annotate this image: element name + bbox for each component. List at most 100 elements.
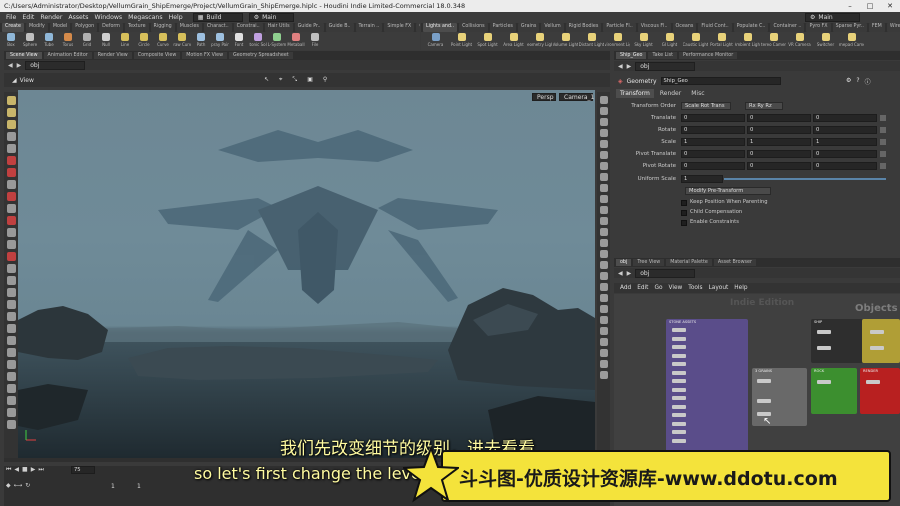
param-pivot-translate-z[interactable]: 0 bbox=[813, 150, 877, 158]
display-option-icon[interactable] bbox=[599, 261, 608, 269]
back-icon[interactable]: ◀ bbox=[618, 270, 623, 277]
tab-animation-editor[interactable]: Animation Editor bbox=[43, 52, 92, 59]
tool-torus[interactable]: Torus bbox=[59, 32, 77, 50]
display-option-icon[interactable] bbox=[599, 195, 608, 203]
tool-portal-light[interactable]: Portal Light bbox=[709, 32, 734, 50]
menu-megascans[interactable]: Megascans bbox=[128, 14, 162, 21]
network-node[interactable] bbox=[672, 362, 686, 366]
lock-icon[interactable] bbox=[6, 420, 16, 429]
shelf-tab-lights-and[interactable]: Lights and.. bbox=[423, 23, 458, 32]
display-option-icon[interactable] bbox=[599, 294, 608, 302]
display-option-icon[interactable] bbox=[599, 316, 608, 324]
network-path[interactable]: obj bbox=[635, 268, 696, 278]
network-node[interactable] bbox=[672, 328, 686, 332]
close-button[interactable]: ✕ bbox=[880, 0, 900, 12]
network-node[interactable] bbox=[817, 380, 831, 384]
measure-icon[interactable] bbox=[6, 204, 16, 213]
tab-ship-geo[interactable]: Ship_Geo bbox=[616, 52, 647, 59]
forward-icon[interactable]: ▶ bbox=[17, 62, 22, 69]
forward-icon[interactable]: ▶ bbox=[627, 270, 632, 277]
shelf-tab-modify[interactable]: Modify bbox=[25, 23, 48, 32]
maximize-button[interactable]: □ bbox=[860, 0, 880, 12]
grid-icon[interactable] bbox=[6, 396, 16, 405]
param-menu-icon[interactable] bbox=[880, 163, 886, 169]
shelf-tab-create[interactable]: Create bbox=[2, 23, 24, 32]
network-node[interactable] bbox=[672, 421, 686, 426]
select-icon[interactable] bbox=[6, 96, 16, 105]
rotation-order-select[interactable]: Rx Ry Rz bbox=[745, 102, 783, 110]
display-option-icon[interactable] bbox=[599, 140, 608, 148]
net-menu-edit[interactable]: Edit bbox=[637, 285, 648, 291]
net-menu-tools[interactable]: Tools bbox=[688, 285, 702, 291]
range-start[interactable]: 1 bbox=[111, 483, 115, 490]
viewport-path[interactable]: obj bbox=[25, 60, 86, 70]
paint-icon[interactable] bbox=[6, 216, 16, 225]
play-icon[interactable]: ▶ bbox=[31, 466, 36, 474]
first-frame-icon[interactable]: ⏮ bbox=[6, 466, 11, 474]
shelf-tab-fem[interactable]: FEM bbox=[868, 23, 885, 32]
shelf-tab-rigid-bodies[interactable]: Rigid Bodies bbox=[565, 23, 602, 32]
display-option-icon[interactable] bbox=[599, 173, 608, 181]
menu-help[interactable]: Help bbox=[169, 14, 183, 21]
display-option-icon[interactable] bbox=[599, 151, 608, 159]
netbox-right-yellow[interactable] bbox=[862, 319, 900, 363]
menu-edit[interactable]: Edit bbox=[22, 14, 34, 21]
tool-path[interactable]: Path bbox=[192, 32, 210, 50]
net-menu-view[interactable]: View bbox=[669, 285, 683, 291]
shelf-tab-oceans[interactable]: Oceans bbox=[672, 23, 697, 32]
tool-tube[interactable]: Tube bbox=[40, 32, 58, 50]
network-node[interactable] bbox=[672, 413, 686, 417]
tab-obj[interactable]: obj bbox=[616, 259, 632, 266]
param-pivot-translate-x[interactable]: 0 bbox=[681, 150, 745, 158]
tool-box[interactable]: Box bbox=[2, 32, 20, 50]
knife-icon[interactable] bbox=[6, 276, 16, 285]
display-option-icon[interactable] bbox=[599, 184, 608, 192]
deform-icon[interactable] bbox=[6, 252, 16, 261]
network-node[interactable] bbox=[757, 399, 771, 403]
net-menu-help[interactable]: Help bbox=[734, 285, 747, 291]
network-node[interactable] bbox=[870, 330, 884, 334]
tab-render[interactable]: Render bbox=[655, 89, 686, 98]
param-menu-icon[interactable] bbox=[880, 115, 886, 121]
tool-gi-light[interactable]: GI Light bbox=[657, 32, 682, 50]
tool-grid[interactable]: Grid bbox=[78, 32, 96, 50]
tab-material-palette[interactable]: Material Palette bbox=[666, 259, 712, 266]
info-icon[interactable]: ⓘ bbox=[865, 77, 871, 86]
tool-camera[interactable]: Camera bbox=[423, 32, 448, 50]
shelf-tab-hair-utils[interactable]: Hair Utils bbox=[264, 23, 293, 32]
tool-font[interactable]: Font bbox=[230, 32, 248, 50]
shelf-tab-viscous-fl[interactable]: Viscous Fl.. bbox=[637, 23, 671, 32]
stop-icon[interactable]: ■ bbox=[22, 466, 28, 474]
network-node[interactable] bbox=[672, 430, 686, 434]
shelf-tab-constrai[interactable]: Constrai.. bbox=[233, 23, 263, 32]
param-pivot-rotate-x[interactable]: 0 bbox=[681, 162, 745, 170]
node-name-field[interactable]: Ship_Geo bbox=[660, 77, 781, 85]
shelf-tab-terrain[interactable]: Terrain .. bbox=[355, 23, 383, 32]
main-right-select[interactable]: ⚙ Main bbox=[805, 13, 860, 22]
network-node[interactable] bbox=[672, 379, 686, 383]
soft-icon[interactable] bbox=[6, 336, 16, 345]
param-translate-y[interactable]: 0 bbox=[747, 114, 811, 122]
scale-icon[interactable] bbox=[6, 132, 16, 141]
tool-caustic-light[interactable]: Caustic Light bbox=[683, 32, 708, 50]
display-option-icon[interactable] bbox=[599, 118, 608, 126]
checkbox-child-compensation[interactable] bbox=[681, 210, 687, 216]
snap-icon[interactable] bbox=[6, 192, 16, 201]
extrude-icon[interactable] bbox=[6, 312, 16, 321]
move-icon[interactable] bbox=[6, 108, 16, 117]
render-region-icon[interactable] bbox=[6, 180, 16, 189]
desktop-select[interactable]: ▦ Build bbox=[192, 13, 243, 22]
display-option-icon[interactable] bbox=[599, 217, 608, 225]
display-option-icon[interactable] bbox=[599, 107, 608, 115]
menu-assets[interactable]: Assets bbox=[68, 14, 88, 21]
persp-select[interactable]: Persp bbox=[532, 93, 556, 101]
shelf-tab-guide-b[interactable]: Guide B.. bbox=[325, 23, 354, 32]
shelf-tab-texture[interactable]: Texture bbox=[124, 23, 149, 32]
current-frame-field[interactable]: 75 bbox=[71, 466, 95, 474]
tab-performance-monitor[interactable]: Performance Monitor bbox=[679, 52, 738, 59]
prev-frame-icon[interactable]: ◀ bbox=[14, 466, 19, 474]
light-icon[interactable] bbox=[6, 360, 16, 369]
param-pivot-rotate-z[interactable]: 0 bbox=[813, 162, 877, 170]
shelf-tab-fluid-cont[interactable]: Fluid Cont.. bbox=[698, 23, 732, 32]
tool-spot-light[interactable]: Spot Light bbox=[475, 32, 500, 50]
